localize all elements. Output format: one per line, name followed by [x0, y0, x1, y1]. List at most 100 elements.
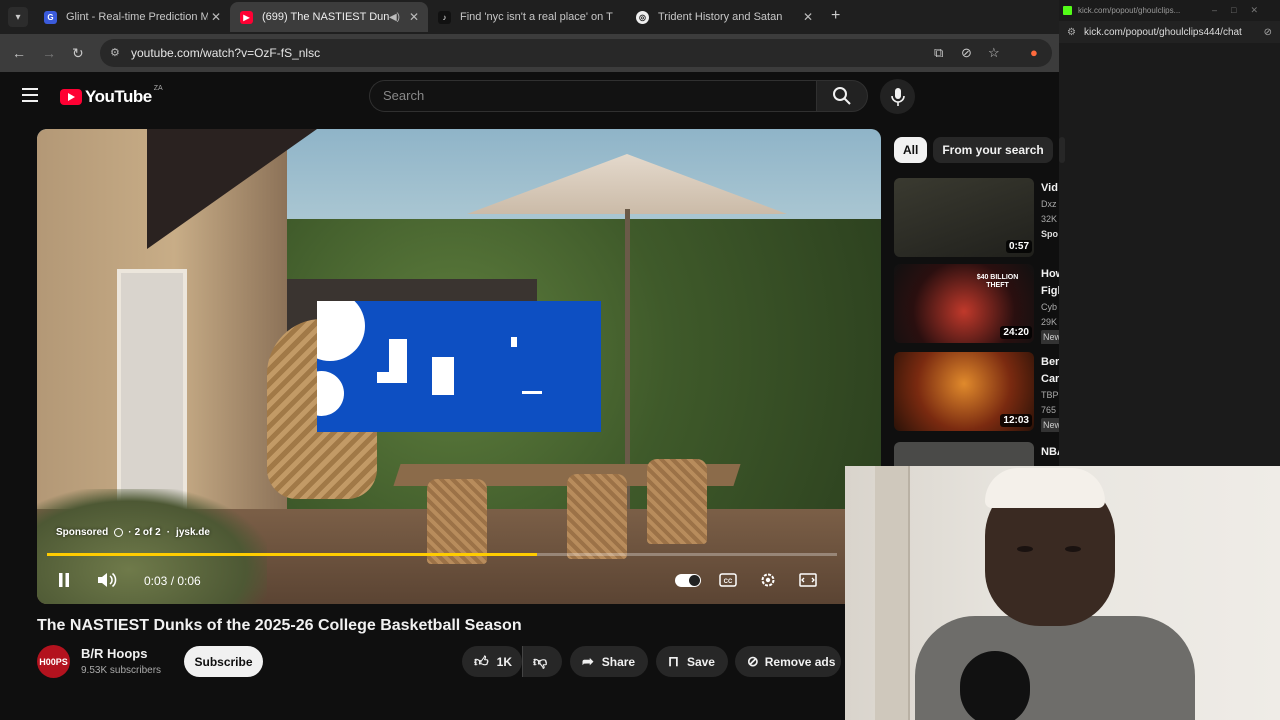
subscribe-button[interactable]: Subscribe	[184, 646, 263, 677]
pause-button[interactable]	[53, 569, 75, 591]
close-tab-icon[interactable]: ✕	[208, 10, 224, 24]
youtube-play-icon	[60, 89, 82, 105]
chip-from-your-search[interactable]: From your search	[933, 137, 1053, 163]
video-thumbnail[interactable]: 12:03	[894, 352, 1034, 431]
remove-ads-button[interactable]: ⊘ Remove ads	[735, 646, 841, 677]
browser-tab-bar: ▾ G Glint - Real-time Prediction Ma ✕ ▶ …	[0, 0, 1059, 34]
browser-toolbar: ← → ↻ ⚙ youtube.com/watch?v=OzF-fS_nlsc …	[0, 34, 1059, 72]
subscriber-count: 9.53K subscribers	[81, 665, 162, 676]
recommended-video[interactable]: NBA	[894, 442, 1059, 466]
share-button[interactable]: ➦ Share	[570, 646, 648, 677]
video-frame-chair	[567, 474, 627, 559]
ad-progress-bar[interactable]	[47, 553, 837, 556]
ad-progress-fill	[47, 553, 537, 556]
share-icon: ➦	[582, 653, 594, 669]
recommended-video[interactable]: 12:03 Ber Car TBP 765 New	[894, 352, 1059, 432]
ad-sponsored-label: Sponsored	[56, 527, 109, 538]
ad-info-bar: Sponsored · 2 of 2 · jysk.de	[56, 527, 210, 538]
search-icon	[833, 87, 851, 105]
close-tab-icon[interactable]: ✕	[800, 10, 816, 24]
channel-avatar[interactable]: H00PS	[37, 645, 70, 678]
save-button[interactable]: ⊓ Save	[656, 646, 728, 677]
screen: ▾ G Glint - Real-time Prediction Ma ✕ ▶ …	[0, 0, 1280, 720]
webcam-person-body	[915, 616, 1195, 720]
install-app-icon[interactable]: ⧉	[934, 45, 943, 61]
video-player[interactable]: Sponsored · 2 of 2 · jysk.de 0:03 / 0:06…	[37, 129, 881, 604]
speaker-icon[interactable]: ◀)	[389, 12, 400, 23]
tab-chatgpt[interactable]: ◎ Trident History and Satan ✕	[626, 2, 822, 32]
chip-overflow[interactable]	[1058, 137, 1065, 163]
pause-icon	[59, 573, 69, 587]
player-controls: 0:03 / 0:06 CC	[37, 565, 881, 595]
window-controls[interactable]: –□✕	[1212, 5, 1272, 16]
theater-mode-button[interactable]	[797, 569, 819, 591]
dislike-button[interactable]: 👎︎	[522, 646, 562, 677]
youtube-icon: ▶	[240, 10, 253, 24]
youtube-logo[interactable]: YouTube ZA	[60, 85, 163, 107]
popout-title-bar: kick.com/popout/ghoulclips... –□✕	[1059, 0, 1280, 21]
bookmark-star-icon[interactable]: ☆	[988, 45, 1000, 61]
autoplay-toggle[interactable]	[675, 574, 701, 587]
new-tab-icon[interactable]: +	[831, 8, 840, 24]
thumbs-up-icon: 👍︎	[474, 653, 489, 669]
search-button[interactable]	[816, 80, 868, 112]
svg-text:CC: CC	[724, 579, 733, 585]
microphone-icon	[890, 87, 905, 106]
video-thumbnail[interactable]	[894, 442, 1034, 466]
video-thumbnail[interactable]: $40 BILLION THEFT 24:20	[894, 264, 1034, 343]
info-icon[interactable]	[114, 528, 124, 537]
eye-off-icon[interactable]: ⊘	[1264, 27, 1272, 38]
popout-address-bar[interactable]: ⚙ kick.com/popout/ghoulclips444/chat ⊘	[1059, 21, 1280, 43]
channel-name[interactable]: B/R Hoops	[81, 646, 147, 661]
back-icon[interactable]: ←	[12, 45, 26, 61]
video-thumbnail[interactable]: 0:57	[894, 178, 1034, 257]
gear-icon	[761, 573, 775, 587]
tab-youtube[interactable]: ▶ (699) The NASTIEST Dunks ◀) ✕	[230, 2, 428, 32]
glint-icon: G	[44, 10, 57, 24]
theater-icon	[799, 573, 817, 587]
site-info-icon[interactable]: ⚙	[1067, 27, 1076, 38]
url-text: youtube.com/watch?v=OzF-fS_nlsc	[131, 46, 321, 60]
ad-domain-link[interactable]: jysk.de	[176, 527, 210, 538]
ad-logo-animation	[317, 301, 601, 432]
no-ads-icon: ⊘	[747, 653, 759, 669]
search-input[interactable]	[383, 88, 783, 103]
voice-search-button[interactable]	[880, 79, 915, 114]
site-info-icon[interactable]: ⚙	[110, 46, 120, 59]
ad-count: 2 of 2	[134, 527, 161, 538]
menu-icon[interactable]	[22, 88, 38, 102]
webcam-person-cap	[985, 468, 1105, 508]
recommended-video[interactable]: 0:57 Vid Dxz 32K Spo	[894, 178, 1059, 258]
youtube-masthead: YouTube ZA	[0, 72, 1059, 120]
forward-icon[interactable]: →	[42, 45, 56, 61]
captions-button[interactable]: CC	[717, 569, 739, 591]
thumbs-down-icon: 👎︎	[533, 653, 548, 669]
time-display: 0:03 / 0:06	[144, 574, 201, 588]
video-frame-chair	[647, 459, 707, 544]
tab-tiktok[interactable]: ♪ Find 'nyc isn't a real place' on T	[428, 2, 626, 32]
bookmark-icon: ⊓	[668, 653, 679, 669]
address-bar[interactable]: ⚙ youtube.com/watch?v=OzF-fS_nlsc ⧉ ⊘ ☆ …	[100, 39, 1052, 67]
webcam-microphone	[960, 651, 1030, 720]
kick-popout-window: kick.com/popout/ghoulclips... –□✕ ⚙ kick…	[1059, 0, 1280, 466]
settings-button[interactable]	[757, 569, 779, 591]
chatgpt-icon: ◎	[636, 10, 649, 24]
video-frame-chair	[427, 479, 487, 564]
filter-chips: All From your search	[894, 137, 1071, 163]
chip-all[interactable]: All	[894, 137, 928, 163]
tiktok-icon: ♪	[438, 10, 451, 24]
tab-search-button[interactable]: ▾	[8, 7, 28, 27]
mute-button[interactable]	[96, 569, 118, 591]
close-tab-icon[interactable]: ✕	[406, 10, 422, 24]
like-button[interactable]: 👍︎ 1K	[462, 646, 522, 677]
captions-icon: CC	[719, 573, 737, 587]
volume-icon	[98, 572, 117, 588]
kick-icon	[1063, 6, 1072, 15]
reload-icon[interactable]: ↻	[72, 45, 84, 62]
search-field[interactable]	[369, 80, 816, 112]
tab-glint[interactable]: G Glint - Real-time Prediction Ma ✕	[34, 2, 230, 32]
eye-off-icon[interactable]: ⊘	[961, 45, 972, 61]
recommended-video[interactable]: $40 BILLION THEFT 24:20 How Figl Cyb 29K…	[894, 264, 1059, 344]
webcam-overlay	[845, 466, 1280, 720]
extension-icon[interactable]: ●	[1030, 45, 1038, 60]
